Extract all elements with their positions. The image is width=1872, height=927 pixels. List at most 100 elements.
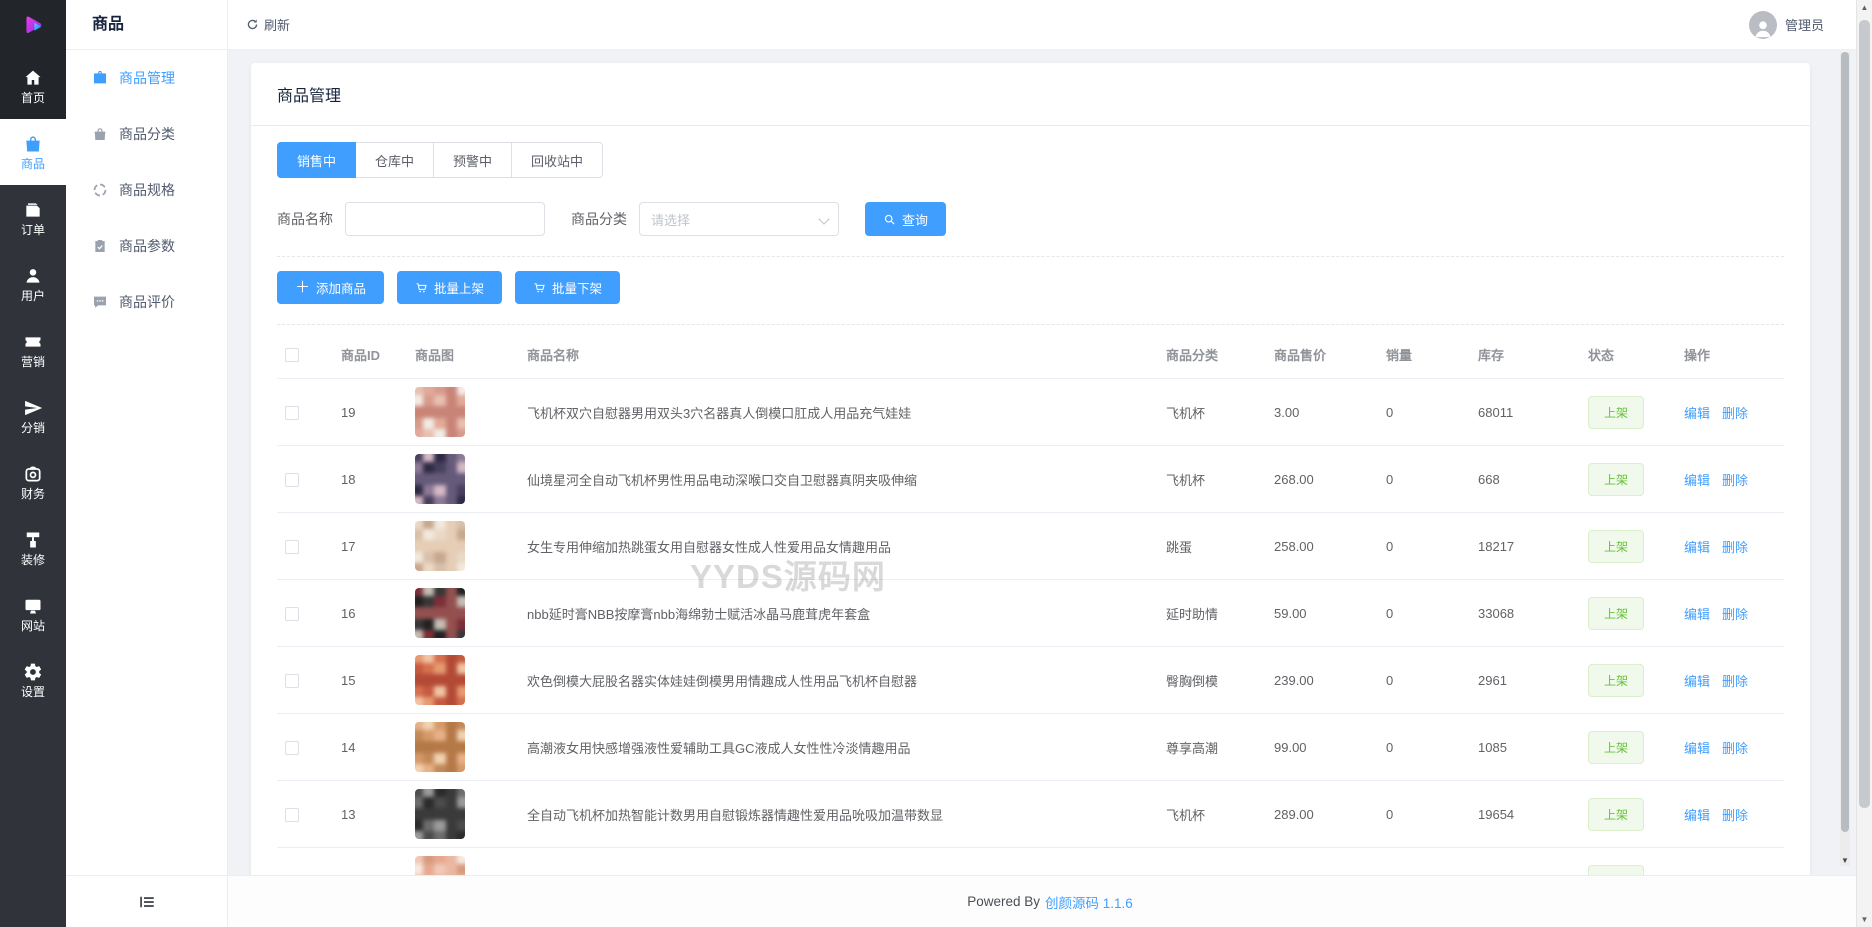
delete-link[interactable]: 删除 (1722, 540, 1748, 555)
product-image[interactable] (415, 454, 465, 504)
edit-link[interactable]: 编辑 (1684, 808, 1710, 823)
select-all-checkbox[interactable] (285, 348, 299, 363)
edit-link[interactable]: 编辑 (1684, 473, 1710, 488)
rail-item-marketing[interactable]: 营销 (0, 317, 66, 383)
product-stock: 68011 (1470, 378, 1580, 446)
delete-link[interactable]: 删除 (1722, 406, 1748, 421)
product-id: 15 (333, 646, 407, 714)
avatar (1748, 10, 1777, 39)
divider (277, 324, 1784, 325)
delete-link[interactable]: 删除 (1722, 607, 1748, 622)
product-id: 18 (333, 445, 407, 513)
product-stock: 35033 (1470, 847, 1580, 875)
product-image[interactable] (415, 387, 465, 437)
search-button[interactable]: 查询 (865, 202, 947, 236)
table-row: 19 飞机杯双穴自慰器男用双头3穴名器真人倒模口肛成人用品充气娃娃 飞机杯 3.00 0… (277, 378, 1784, 446)
submenu-item-label: 商品参数 (119, 238, 175, 254)
batch-off-shelf-button[interactable]: 批量下架 (515, 271, 621, 304)
product-image[interactable] (415, 856, 465, 875)
product-category: 飞机杯 (1158, 780, 1266, 848)
delete-link[interactable]: 删除 (1722, 674, 1748, 689)
product-sales: 0 (1378, 512, 1470, 580)
tab-0[interactable]: 销售中 (277, 142, 357, 178)
rail-item-website[interactable]: 网站 (0, 581, 66, 647)
page-scrollbar-thumb[interactable] (1859, 20, 1870, 808)
rail-item-settings[interactable]: 设置 (0, 647, 66, 713)
collapse-icon (139, 896, 154, 907)
product-stock: 33068 (1470, 579, 1580, 647)
review-icon (94, 296, 106, 308)
category-placeholder: 请选择 (651, 212, 691, 228)
product-image[interactable] (415, 588, 465, 638)
row-checkbox[interactable] (285, 673, 299, 688)
scroll-down-arrow-icon[interactable]: ▼ (1857, 915, 1872, 924)
tab-3[interactable]: 回收站中 (511, 142, 604, 178)
rail-item-label: 营销 (20, 355, 45, 369)
scroll-up-arrow-icon[interactable]: ▲ (1857, 3, 1872, 12)
product-price: 268.00 (1266, 445, 1378, 513)
chevron-down-icon (818, 213, 830, 225)
row-checkbox[interactable] (285, 807, 299, 822)
edit-link[interactable]: 编辑 (1684, 741, 1710, 756)
product-image[interactable] (415, 655, 465, 705)
tab-1[interactable]: 仓库中 (355, 142, 435, 178)
submenu-item-manage[interactable]: 商品管理 (66, 50, 227, 106)
edit-link[interactable]: 编辑 (1684, 607, 1710, 622)
content-scrollbar-thumb[interactable] (1841, 52, 1849, 832)
delete-link[interactable]: 删除 (1722, 473, 1748, 488)
column-header: 状态 (1580, 331, 1676, 379)
product-image[interactable] (415, 521, 465, 571)
row-checkbox[interactable] (285, 606, 299, 621)
vendor-link[interactable]: 创颜源码 1.1.6 (1045, 892, 1133, 912)
rail-item-distribution[interactable]: 分销 (0, 383, 66, 449)
distribution-icon (25, 400, 43, 416)
content-scrollbar[interactable]: ▼ (1840, 52, 1850, 866)
submenu-item-param[interactable]: 商品参数 (66, 218, 227, 274)
collapse-sidebar-button[interactable] (66, 875, 227, 927)
row-checkbox[interactable] (285, 539, 299, 554)
scroll-down-arrow-icon[interactable]: ▼ (1840, 856, 1850, 865)
column-header: 商品名称 (519, 331, 1158, 379)
edit-link[interactable]: 编辑 (1684, 406, 1710, 421)
rail-item-goods[interactable]: 商品 (0, 119, 66, 185)
left-rail: 首页 商品 订单 用户营销分销 财务 装修 网站 设置 (0, 0, 66, 927)
rail-item-finance[interactable]: 财务 (0, 449, 66, 515)
refresh-button[interactable]: 刷新 (246, 15, 290, 34)
rail-item-home[interactable]: 首页 (0, 53, 66, 119)
page-scrollbar[interactable]: ▲ ▼ (1856, 0, 1872, 927)
status-badge: 上架 (1588, 730, 1645, 764)
status-badge: 上架 (1588, 663, 1645, 697)
tab-2[interactable]: 预警中 (433, 142, 513, 178)
table-header-row: 商品ID 商品图 商品名称 商品分类 商品售价 销量 库存 状态 操作 (277, 331, 1784, 379)
page-footer: Powered By 创颜源码 1.1.6 (228, 875, 1872, 927)
app-logo[interactable] (0, 0, 66, 53)
rail-item-decoration[interactable]: 装修 (0, 515, 66, 581)
edit-link[interactable]: 编辑 (1684, 540, 1710, 555)
spec-icon (93, 183, 107, 197)
category-select[interactable]: 请选择 (639, 202, 839, 236)
product-name-input[interactable] (345, 202, 545, 236)
column-header: 商品图 (407, 331, 519, 379)
product-image[interactable] (415, 722, 465, 772)
user-name: 管理员 (1784, 18, 1824, 33)
product-price: 59.00 (1266, 579, 1378, 647)
rail-item-users[interactable]: 用户 (0, 251, 66, 317)
column-header: 库存 (1470, 331, 1580, 379)
blurred-photo (415, 789, 465, 839)
batch-on-shelf-button[interactable]: 批量上架 (397, 271, 503, 304)
row-checkbox[interactable] (285, 740, 299, 755)
product-image[interactable] (415, 789, 465, 839)
row-checkbox[interactable] (285, 472, 299, 487)
product-stock: 1085 (1470, 713, 1580, 781)
rail-item-orders[interactable]: 订单 (0, 185, 66, 251)
edit-link[interactable]: 编辑 (1684, 674, 1710, 689)
delete-link[interactable]: 删除 (1722, 808, 1748, 823)
delete-link[interactable]: 删除 (1722, 741, 1748, 756)
user-menu[interactable]: 管理员 (1748, 10, 1824, 39)
row-checkbox[interactable] (285, 405, 299, 420)
add-product-button[interactable]: ＋ 添加商品 (277, 271, 385, 304)
submenu-item-spec[interactable]: 商品规格 (66, 162, 227, 218)
product-price: 99.00 (1266, 713, 1378, 781)
submenu-item-category[interactable]: 商品分类 (66, 106, 227, 162)
submenu-item-review[interactable]: 商品评价 (66, 274, 227, 330)
